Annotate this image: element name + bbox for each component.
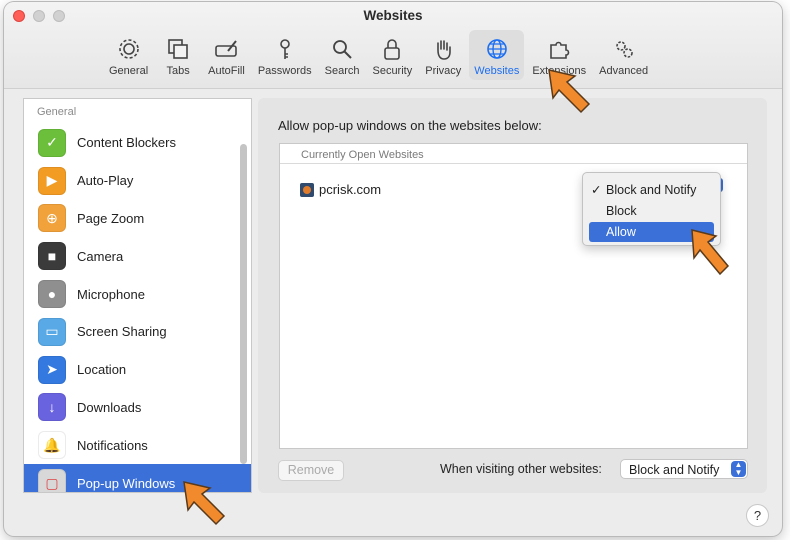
toolbar-tab-label: General	[109, 65, 149, 77]
pencil-field-icon	[215, 40, 238, 57]
toolbar-tab-label: Websites	[474, 65, 520, 77]
tabs-icon	[168, 39, 188, 59]
hand-icon	[437, 40, 452, 60]
shield-check-icon: ✓	[38, 128, 66, 157]
sidebar-item-page-zoom[interactable]: ⊕ Page Zoom	[24, 200, 251, 238]
permissions-sidebar: General ✓ Content Blockers ▶ Auto-Play ⊕ Page…	[23, 98, 252, 493]
toolbar-tab-passwords[interactable]: Passwords	[253, 30, 317, 80]
sidebar-item-label: Downloads	[77, 399, 142, 415]
menu-option-block-and-notify[interactable]: ✓ Block and Notify	[589, 180, 714, 200]
toolbar-tab-label: Tabs	[166, 65, 190, 77]
sidebar-item-label: Auto-Play	[77, 173, 134, 189]
toolbar-tab-tabs[interactable]: Tabs	[156, 30, 200, 80]
popup-window-icon: ▢	[38, 469, 66, 492]
toolbar-tab-label: Search	[324, 65, 360, 77]
sidebar-item-notifications[interactable]: 🔔 Notifications	[24, 426, 251, 464]
table-header: Currently Open Websites	[280, 144, 747, 164]
toolbar-tab-label: Advanced	[599, 65, 649, 77]
website-row[interactable]: pcrisk.com	[300, 182, 381, 197]
download-icon: ↓	[38, 393, 66, 422]
checkmark-icon: ✓	[591, 183, 602, 197]
sidebar-item-downloads[interactable]: ↓ Downloads	[24, 389, 251, 427]
gear-icon	[118, 39, 139, 59]
toolbar-tab-security[interactable]: Security	[367, 30, 417, 80]
sidebar-item-label: Pop-up Windows	[77, 475, 176, 491]
pointer-arrow-icon	[183, 481, 226, 526]
sidebar-item-label: Page Zoom	[77, 210, 145, 226]
sidebar-item-label: Camera	[77, 248, 124, 264]
toolbar-tab-advanced[interactable]: Advanced	[594, 30, 653, 80]
toolbar-tab-websites[interactable]: Websites	[469, 30, 525, 80]
location-arrow-icon: ➤	[38, 355, 66, 384]
zoom-icon: ⊕	[38, 204, 66, 233]
gears-icon	[615, 41, 633, 58]
puzzle-icon	[550, 41, 570, 59]
sidebar-item-label: Microphone	[77, 286, 145, 302]
screen-sharing-icon: ▭	[38, 317, 66, 346]
title-bar: Websites General Tabs AutoFill Passwords Sea…	[4, 2, 782, 89]
sidebar-item-camera[interactable]: ■ Camera	[24, 237, 251, 275]
lock-icon	[384, 39, 401, 60]
option-label: Allow	[606, 225, 636, 239]
toolbar-tab-privacy[interactable]: Privacy	[420, 30, 466, 80]
toolbar-tab-label: Privacy	[425, 65, 462, 77]
other-websites-value: Block and Notify	[629, 463, 720, 477]
bell-icon: 🔔	[38, 431, 66, 460]
select-arrows-icon: ▲ ▼	[731, 461, 746, 477]
site-favicon-icon	[300, 182, 314, 197]
window-title: Websites	[363, 8, 423, 23]
option-label: Block	[606, 204, 637, 218]
option-label: Block and Notify	[606, 183, 697, 197]
microphone-icon: ●	[38, 280, 66, 309]
sidebar-item-label: Screen Sharing	[77, 324, 167, 340]
remove-button[interactable]: Remove	[278, 460, 344, 481]
key-icon	[279, 39, 290, 59]
toolbar-tab-general[interactable]: General	[104, 30, 153, 80]
website-name: pcrisk.com	[319, 182, 382, 197]
sidebar-item-location[interactable]: ➤ Location	[24, 351, 251, 389]
pointer-arrow-icon	[691, 229, 730, 276]
other-websites-select[interactable]: Block and Notify ▲ ▼	[620, 459, 748, 479]
toolbar-tab-search[interactable]: Search	[320, 30, 365, 80]
other-websites-label: When visiting other websites:	[440, 462, 602, 476]
toolbar-tab-label: AutoFill	[208, 65, 245, 77]
sidebar-item-label: Notifications	[77, 437, 148, 453]
menu-option-block[interactable]: Block	[589, 201, 714, 221]
sidebar-item-label: Location	[77, 362, 127, 378]
camera-icon: ■	[38, 242, 66, 271]
magnifier-icon	[333, 40, 352, 59]
sidebar-section-header: General	[37, 106, 77, 118]
toolbar-tab-label: Passwords	[257, 65, 312, 77]
sidebar-item-microphone[interactable]: ● Microphone	[24, 275, 251, 313]
globe-icon	[487, 39, 507, 59]
sidebar-item-auto-play[interactable]: ▶ Auto-Play	[24, 162, 251, 200]
pointer-arrow-icon	[548, 69, 591, 114]
help-button[interactable]: ?	[746, 504, 769, 527]
safari-preferences-window: Websites General Tabs AutoFill Passwords Sea…	[4, 2, 782, 536]
sidebar-item-screen-sharing[interactable]: ▭ Screen Sharing	[24, 313, 251, 351]
sidebar-item-content-blockers[interactable]: ✓ Content Blockers	[24, 124, 251, 162]
sidebar-item-label: Content Blockers	[77, 135, 176, 151]
panel-heading: Allow pop-up windows on the websites bel…	[278, 118, 542, 133]
play-icon: ▶	[38, 166, 66, 195]
settings-panel: Allow pop-up windows on the websites bel…	[258, 98, 767, 493]
sidebar-scrollbar[interactable]	[240, 144, 247, 464]
toolbar-tab-label: Security	[372, 65, 413, 77]
toolbar-tab-autofill[interactable]: AutoFill	[203, 30, 250, 80]
